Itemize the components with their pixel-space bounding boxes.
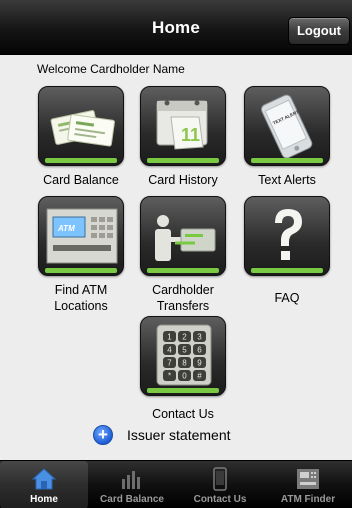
keypad-key-label: 0 <box>182 372 187 381</box>
atm-screen-text: ATM <box>57 224 75 233</box>
faq-tile[interactable]: FAQ <box>242 196 332 306</box>
contact-us-tile[interactable]: 1 2 3 4 5 6 7 8 9 * 0 # Contact Us <box>138 316 228 422</box>
keypad-key-label: 3 <box>197 333 202 342</box>
keypad-key-label: 1 <box>167 333 172 342</box>
keypad-icon: 1 2 3 4 5 6 7 8 9 * 0 # <box>140 316 226 396</box>
keypad-key-label: 9 <box>197 359 202 368</box>
cardholder-transfers-tile[interactable]: Cardholder Transfers <box>138 196 228 314</box>
find-atm-locations-tile[interactable]: ATM Find ATM Locations <box>36 196 126 314</box>
welcome-text: Welcome Cardholder Name <box>37 62 185 76</box>
home-icon <box>31 468 57 490</box>
tile-label: Find ATM Locations <box>54 283 108 313</box>
tile-label: Card History <box>148 173 218 187</box>
tab-home[interactable]: Home <box>0 461 88 508</box>
phone-text-alert-icon: TEXT ALERT <box>244 86 330 166</box>
text-alerts-tile[interactable]: TEXT ALERT Text Alerts <box>242 86 332 188</box>
calendar-day-number: 11 <box>181 125 200 145</box>
keypad-key-label: 6 <box>197 346 202 355</box>
tab-atm-finder[interactable]: ATM Finder <box>264 461 352 508</box>
tab-label: ATM Finder <box>280 494 336 505</box>
logout-button[interactable]: Logout <box>288 17 350 45</box>
keypad-key-label: * <box>168 372 171 381</box>
phone-icon <box>213 467 227 491</box>
plus-icon: + <box>93 425 113 445</box>
tile-label: Contact Us <box>152 407 214 421</box>
keypad-key-label: 7 <box>167 359 172 368</box>
tab-contact-us[interactable]: Contact Us <box>176 461 264 508</box>
tile-label: Text Alerts <box>258 173 316 187</box>
atm-icon: ATM <box>38 196 124 276</box>
tab-card-balance[interactable]: Card Balance <box>88 461 176 508</box>
tile-label: Card Balance <box>43 173 119 187</box>
tab-label: Contact Us <box>193 494 247 505</box>
keypad-key-label: 4 <box>167 346 172 355</box>
card-history-tile[interactable]: 11 Card History <box>138 86 228 188</box>
tab-bar: Home Card Balance Contact Us ATM Finder <box>0 460 352 508</box>
tile-label: Cardholder Transfers <box>152 283 214 313</box>
card-balance-icon <box>38 86 124 166</box>
tab-label: Card Balance <box>100 494 164 505</box>
keypad-key-label: 2 <box>182 333 187 342</box>
keypad-key-label: 8 <box>182 359 187 368</box>
tile-label: FAQ <box>274 291 300 305</box>
tab-label: Home <box>30 494 58 505</box>
atm-finder-icon <box>297 469 319 489</box>
navigation-bar: Home Logout <box>0 0 352 55</box>
bar-chart-icon <box>122 471 140 489</box>
keypad-key-label: # <box>197 372 202 381</box>
keypad-key-label: 5 <box>182 346 187 355</box>
question-icon <box>244 196 330 276</box>
calendar-icon: 11 <box>140 86 226 166</box>
transfer-icon <box>140 196 226 276</box>
card-balance-tile[interactable]: Card Balance <box>36 86 126 188</box>
issuer-statement-label: Issuer statement <box>127 427 231 443</box>
issuer-statement-link[interactable]: + Issuer statement <box>93 424 231 446</box>
